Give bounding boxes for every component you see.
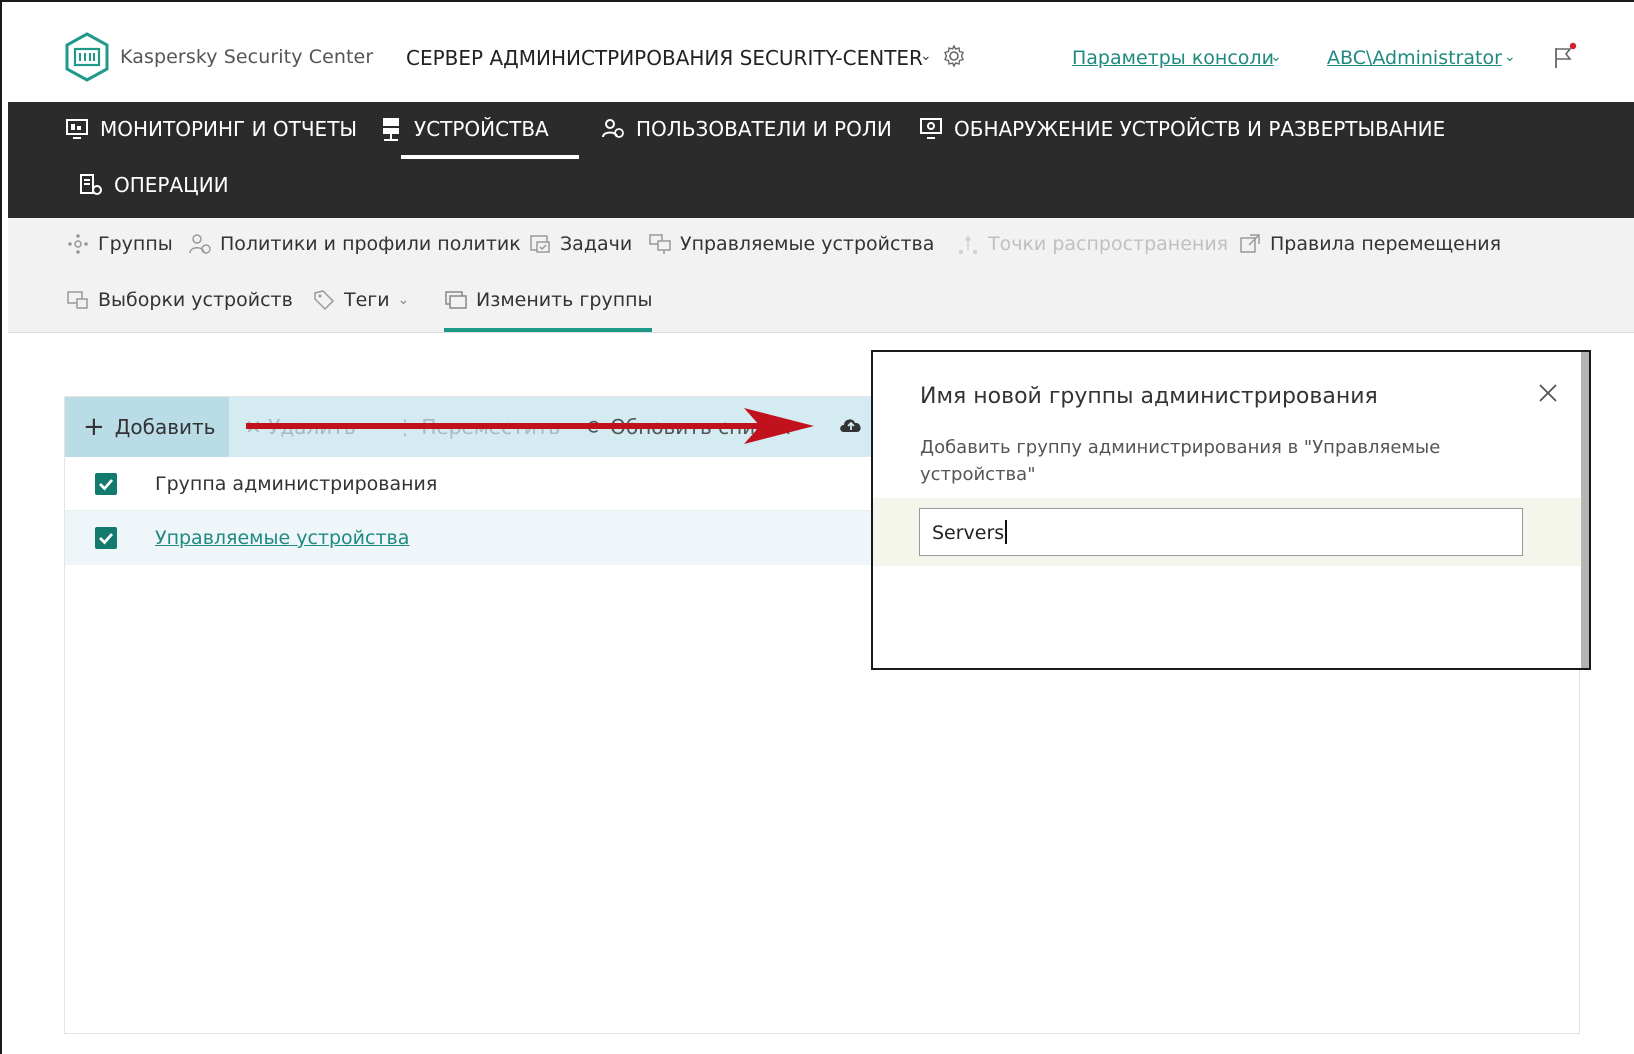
user-account-link[interactable]: ABC\Administrator <box>1327 47 1502 69</box>
top-header: Kaspersky Security Center СЕРВЕР АДМИНИС… <box>2 2 1634 102</box>
tags-icon <box>314 290 335 311</box>
plus-icon: + <box>83 412 105 442</box>
subnav-distribution-points: Точки распространения <box>956 232 1228 256</box>
console-settings-link[interactable]: Параметры консоли <box>1072 47 1274 69</box>
subnav-active-indicator <box>444 328 652 332</box>
nav-monitoring[interactable]: МОНИТОРИНГ И ОТЧЕТЫ <box>64 116 357 142</box>
dialog-input-row: Servers <box>873 498 1581 566</box>
tasks-icon <box>530 235 550 253</box>
nav-users-roles[interactable]: ПОЛЬЗОВАТЕЛИ И РОЛИ <box>600 116 892 142</box>
edit-groups-icon <box>445 291 467 309</box>
discovery-icon <box>920 118 942 139</box>
text-caret <box>1005 520 1007 544</box>
group-name-value: Servers <box>932 522 1005 544</box>
chevron-down-icon[interactable]: ⌄ <box>1504 49 1516 65</box>
dialog-title: Имя новой группы администрирования <box>920 384 1378 409</box>
cloud-upload-icon[interactable] <box>837 413 865 437</box>
nav-active-indicator <box>401 155 579 159</box>
gear-icon[interactable] <box>942 44 966 68</box>
subnav-tags-label: Теги <box>344 289 390 311</box>
managed-devices-icon <box>649 234 671 254</box>
subnav-tasks-label: Задачи <box>560 233 633 255</box>
annotation-arrow-icon <box>246 408 814 444</box>
subnav-managed-devices-label: Управляемые устройства <box>680 233 935 255</box>
distribution-points-icon <box>959 236 977 254</box>
dialog-scrollbar[interactable] <box>1581 352 1589 668</box>
nav-discovery[interactable]: ОБНАРУЖЕНИЕ УСТРОЙСТВ И РАЗВЕРТЫВАНИЕ <box>918 116 1445 142</box>
monitor-icon <box>66 119 88 139</box>
subnav-managed-devices[interactable]: Управляемые устройства <box>648 232 934 256</box>
add-button-label: Добавить <box>114 415 216 439</box>
kaspersky-logo-icon <box>65 32 109 82</box>
device-selections-icon <box>67 291 88 309</box>
external-link-icon <box>1240 234 1260 253</box>
chevron-down-icon[interactable]: ⌄ <box>398 292 410 308</box>
sub-navigation: Группы Политики и профили политик Задачи… <box>8 218 1634 333</box>
tree-row[interactable]: Группа администрирования <box>65 457 875 511</box>
chevron-down-icon[interactable]: ⌄ <box>920 48 932 64</box>
operations-icon <box>80 174 102 195</box>
nav-devices-label: УСТРОЙСТВА <box>414 117 549 141</box>
check-icon <box>99 478 114 491</box>
managed-devices-link[interactable]: Управляемые устройства <box>155 527 409 549</box>
subnav-device-selections-label: Выборки устройств <box>98 289 293 311</box>
subnav-tasks[interactable]: Задачи <box>528 232 632 256</box>
nav-operations-label: ОПЕРАЦИИ <box>114 173 229 197</box>
dialog-description: Добавить группу администрирования в "Упр… <box>920 437 1441 485</box>
check-icon <box>99 533 114 545</box>
row-checkbox[interactable] <box>95 527 117 549</box>
group-name-input[interactable]: Servers <box>919 508 1523 556</box>
subnav-tags[interactable]: Теги ⌄ <box>312 288 409 312</box>
add-group-button[interactable]: + Добавить <box>65 397 229 457</box>
nav-discovery-label: ОБНАРУЖЕНИЕ УСТРОЙСТВ И РАЗВЕРТЫВАНИЕ <box>954 117 1446 141</box>
tree-row-label: Группа администрирования <box>155 472 438 495</box>
new-group-dialog: Имя новой группы администрирования Добав… <box>871 350 1591 670</box>
policies-icon <box>189 234 211 254</box>
subnav-distribution-points-label: Точки распространения <box>988 233 1229 255</box>
devices-icon <box>383 118 399 141</box>
nav-users-label: ПОЛЬЗОВАТЕЛИ И РОЛИ <box>636 117 892 141</box>
server-name[interactable]: СЕРВЕР АДМИНИСТРИРОВАНИЯ SECURITY-CENTER <box>406 46 923 70</box>
chevron-down-icon[interactable]: ⌄ <box>1270 49 1282 65</box>
subnav-device-selections[interactable]: Выборки устройств <box>66 288 293 312</box>
close-icon[interactable] <box>1537 382 1559 404</box>
notifications-flag-icon[interactable] <box>1550 42 1580 72</box>
subnav-policies-label: Политики и профили политик <box>220 233 521 255</box>
subnav-move-rules[interactable]: Правила перемещения <box>1238 232 1501 256</box>
nav-operations[interactable]: ОПЕРАЦИИ <box>78 172 229 198</box>
subnav-policies[interactable]: Политики и профили политик <box>188 232 521 256</box>
nav-devices[interactable]: УСТРОЙСТВА <box>378 116 549 142</box>
subnav-edit-groups[interactable]: Изменить группы <box>444 288 653 312</box>
subnav-edit-groups-label: Изменить группы <box>476 289 653 311</box>
users-icon <box>602 119 624 138</box>
subnav-move-rules-label: Правила перемещения <box>1270 233 1502 255</box>
groups-icon <box>68 234 88 254</box>
main-navigation: МОНИТОРИНГ И ОТЧЕТЫ УСТРОЙСТВА ПОЛЬЗОВАТ… <box>8 102 1634 218</box>
row-checkbox[interactable] <box>95 472 117 495</box>
subnav-groups-label: Группы <box>98 233 173 255</box>
nav-monitoring-label: МОНИТОРИНГ И ОТЧЕТЫ <box>100 117 358 141</box>
tree-row[interactable]: Управляемые устройства <box>65 511 875 565</box>
product-name: Kaspersky Security Center <box>120 46 374 68</box>
subnav-groups[interactable]: Группы <box>66 232 173 256</box>
